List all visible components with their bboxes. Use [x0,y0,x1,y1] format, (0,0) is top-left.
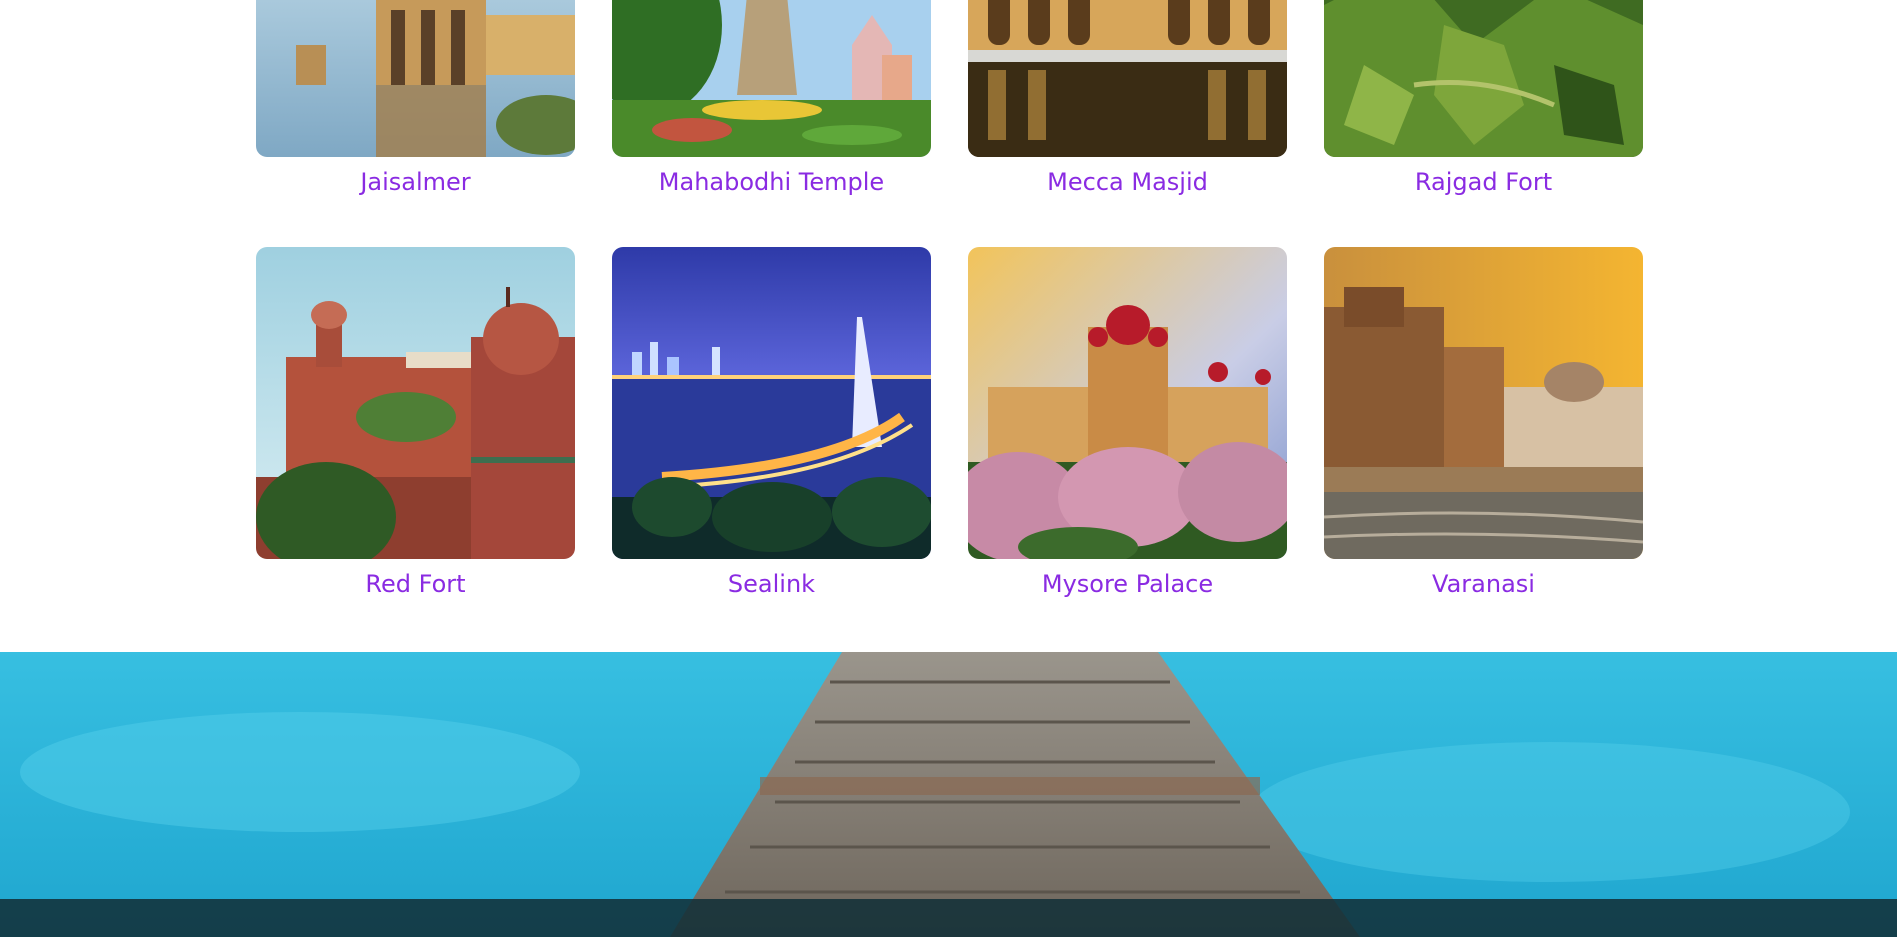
sealink-image [612,247,931,559]
destination-name[interactable]: Red Fort [256,569,575,599]
jaisalmer-image [256,0,575,157]
mecca-masjid-image [968,0,1287,157]
destination-card-red-fort[interactable]: Red Fort [256,247,575,599]
destination-name[interactable]: Mahabodhi Temple [612,167,931,197]
destination-name[interactable]: Mysore Palace [968,569,1287,599]
footer-overlay [0,899,1897,937]
destination-card-rajgad-fort[interactable]: Rajgad Fort [1324,0,1643,197]
destination-name[interactable]: Jaisalmer [256,167,575,197]
destination-card-jaisalmer[interactable]: Jaisalmer [256,0,575,197]
mysore-palace-image [968,247,1287,559]
destination-card-varanasi[interactable]: Varanasi [1324,247,1643,599]
rajgad-fort-image [1324,0,1643,157]
destination-card-sealink[interactable]: Sealink [612,247,931,599]
hero-banner [0,652,1897,937]
destination-name[interactable]: Sealink [612,569,931,599]
destination-card-mahabodhi[interactable]: Mahabodhi Temple [612,0,931,197]
mahabodhi-temple-image [612,0,931,157]
destination-card-mecca-masjid[interactable]: Mecca Masjid [968,0,1287,197]
pier-water-image [0,652,1897,937]
varanasi-image [1324,247,1643,559]
destination-name[interactable]: Varanasi [1324,569,1643,599]
red-fort-image [256,247,575,559]
destination-name[interactable]: Rajgad Fort [1324,167,1643,197]
destination-name[interactable]: Mecca Masjid [968,167,1287,197]
destination-card-mysore-palace[interactable]: Mysore Palace [968,247,1287,599]
